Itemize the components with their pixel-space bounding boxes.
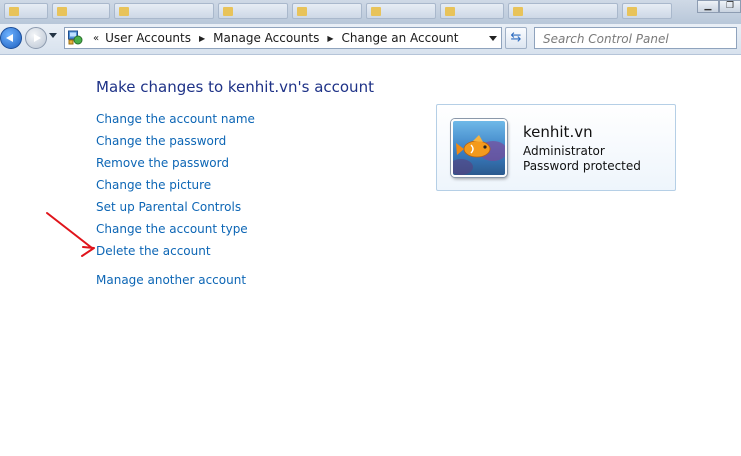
top-tab-strip: ▁ ❐ <box>0 0 741 24</box>
delete-account-link[interactable]: Delete the account <box>96 244 211 258</box>
bookmark-tab[interactable] <box>4 3 48 19</box>
recent-pages-dropdown-icon[interactable] <box>49 33 57 38</box>
change-account-type-link[interactable]: Change the account type <box>96 222 248 236</box>
manage-another-account-link[interactable]: Manage another account <box>96 273 246 287</box>
address-dropdown-icon[interactable] <box>489 36 497 41</box>
account-card: kenhit.vn Administrator Password protect… <box>436 104 676 191</box>
red-arrow-annotation <box>46 212 95 257</box>
change-account-name-link[interactable]: Change the account name <box>96 112 255 126</box>
remove-password-link[interactable]: Remove the password <box>96 156 229 170</box>
change-password-link[interactable]: Change the password <box>96 134 226 148</box>
back-arrow-icon[interactable] <box>0 27 22 49</box>
forward-arrow-icon[interactable] <box>25 27 47 49</box>
search-input[interactable] <box>543 30 723 48</box>
account-status: Password protected <box>523 159 641 173</box>
account-name: kenhit.vn <box>523 123 593 141</box>
bookmark-tab[interactable] <box>52 3 110 19</box>
bookmark-tab[interactable] <box>114 3 214 19</box>
breadcrumb-separator-icon[interactable]: ▶ <box>327 34 333 43</box>
minimize-button[interactable]: ▁ <box>697 0 719 13</box>
fish-picture-icon <box>453 121 505 175</box>
account-role: Administrator <box>523 144 605 158</box>
bookmark-tab[interactable] <box>622 3 672 19</box>
change-picture-link[interactable]: Change the picture <box>96 178 211 192</box>
search-box[interactable] <box>534 27 737 49</box>
control-panel-icon <box>68 30 83 45</box>
breadcrumb-manage-accounts[interactable]: Manage Accounts <box>213 31 319 45</box>
bookmark-tab[interactable] <box>440 3 504 19</box>
breadcrumb-overflow-icon[interactable]: « <box>93 33 99 44</box>
bookmark-tab[interactable] <box>508 3 618 19</box>
page-title: Make changes to kenhit.vn's account <box>96 78 374 96</box>
bookmark-tab[interactable] <box>292 3 362 19</box>
restore-button[interactable]: ❐ <box>719 0 741 13</box>
breadcrumb: « User Accounts ▶ Manage Accounts ▶ Chan… <box>87 28 458 48</box>
window-controls: ▁ ❐ <box>697 0 741 14</box>
refresh-icon[interactable]: ⇆ <box>505 27 527 49</box>
bookmark-tab[interactable] <box>366 3 436 19</box>
navigation-bar: « User Accounts ▶ Manage Accounts ▶ Chan… <box>0 24 741 55</box>
breadcrumb-user-accounts[interactable]: User Accounts <box>105 31 191 45</box>
avatar <box>451 119 507 177</box>
breadcrumb-change-account[interactable]: Change an Account <box>342 31 459 45</box>
bookmark-tab[interactable] <box>218 3 288 19</box>
breadcrumb-separator-icon[interactable]: ▶ <box>199 34 205 43</box>
parental-controls-link[interactable]: Set up Parental Controls <box>96 200 241 214</box>
address-bar[interactable]: « User Accounts ▶ Manage Accounts ▶ Chan… <box>64 27 502 49</box>
